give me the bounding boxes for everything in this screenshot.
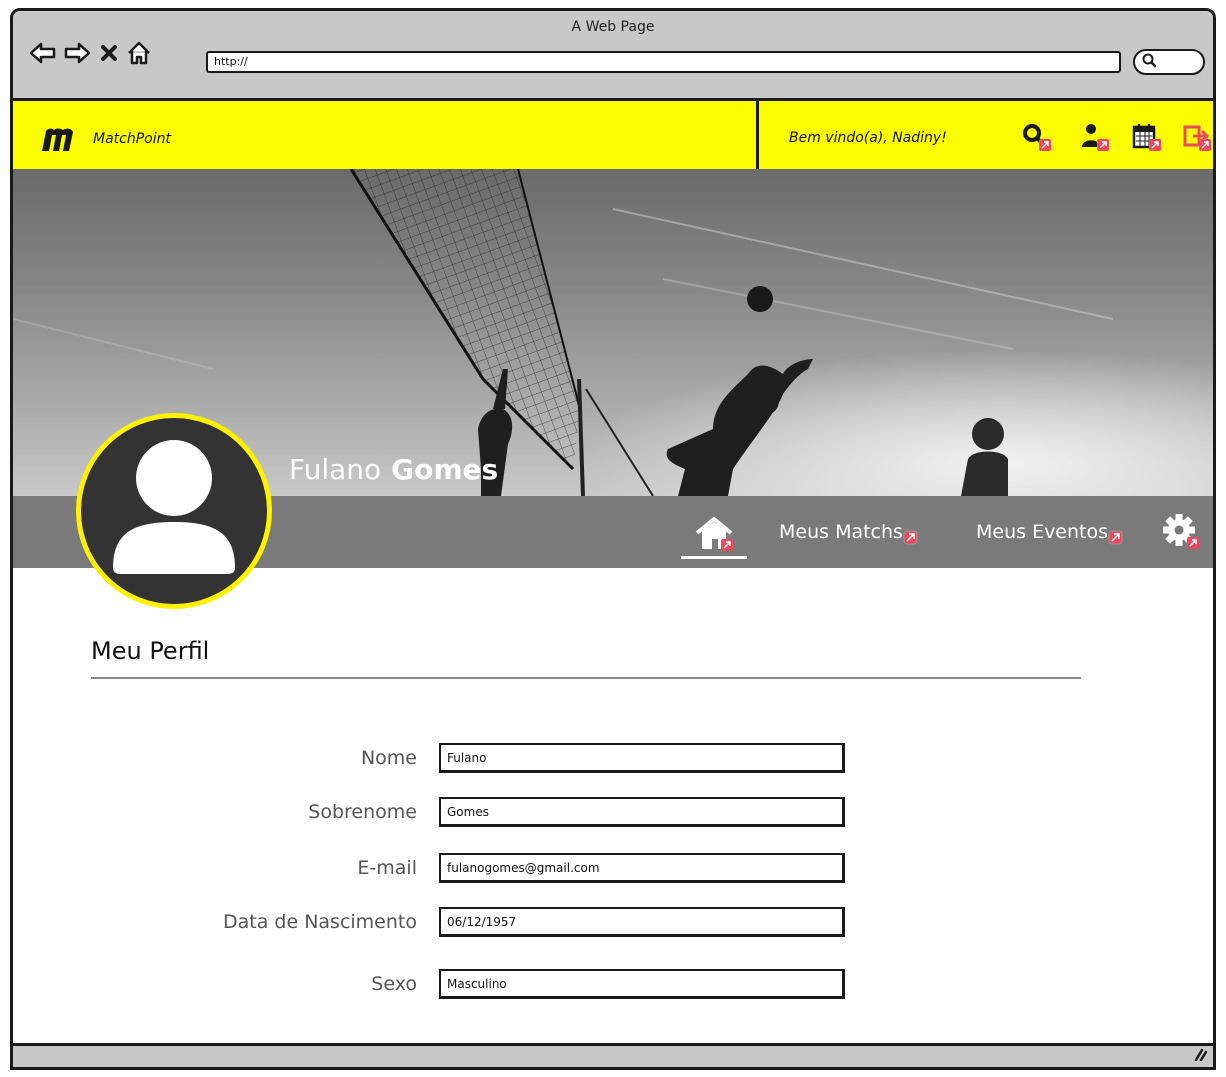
browser-window: A Web Page http:// MatchPoint Bem vindo(… xyxy=(10,8,1216,1070)
field-label-email: E-mail xyxy=(357,857,417,879)
tab-meus-eventos-label: Meus Eventos xyxy=(976,521,1109,543)
app-name[interactable]: MatchPoint xyxy=(93,131,171,147)
tab-meus-matchs[interactable]: Meus Matchs xyxy=(779,521,925,545)
tab-meus-matchs-label: Meus Matchs xyxy=(779,521,903,543)
search-icon xyxy=(1141,52,1157,72)
app-header: MatchPoint Bem vindo(a), Nadiny! xyxy=(13,101,1213,170)
search-user-icon[interactable] xyxy=(1021,121,1055,153)
link-badge-icon xyxy=(903,529,919,551)
email-field[interactable] xyxy=(439,853,845,883)
profile-icon[interactable] xyxy=(1079,121,1113,153)
form-row-data-nascimento: Data de Nascimento xyxy=(13,907,1213,941)
profile-first-name: Fulano xyxy=(289,453,382,486)
section-title: Meu Perfil xyxy=(91,637,210,665)
form-row-sobrenome: Sobrenome xyxy=(13,797,1213,831)
home-tab-icon[interactable] xyxy=(681,511,747,557)
settings-gear-icon[interactable] xyxy=(1159,511,1203,551)
profile-name: Fulano Gomes xyxy=(289,453,498,486)
calendar-icon[interactable] xyxy=(1131,121,1165,153)
back-icon[interactable] xyxy=(29,41,57,65)
avatar[interactable] xyxy=(76,413,272,609)
birthdate-field[interactable] xyxy=(439,907,845,937)
nome-field[interactable] xyxy=(439,743,845,773)
window-title: A Web Page xyxy=(571,19,655,35)
logout-icon[interactable] xyxy=(1181,121,1213,153)
field-label-data-nascimento: Data de Nascimento xyxy=(223,911,417,933)
field-label-nome: Nome xyxy=(360,747,417,769)
logo-icon[interactable] xyxy=(39,125,83,153)
sexo-field[interactable] xyxy=(439,969,845,999)
tab-meus-eventos[interactable]: Meus Eventos xyxy=(976,521,1130,545)
field-label-sexo: Sexo xyxy=(371,973,417,995)
browser-status-bar xyxy=(13,1043,1213,1067)
url-input[interactable]: http:// xyxy=(206,51,1121,73)
resize-grip-icon[interactable] xyxy=(1193,1047,1208,1065)
form-row-email: E-mail xyxy=(13,853,1213,887)
user-silhouette-icon xyxy=(113,440,235,574)
link-badge-icon xyxy=(1108,529,1124,551)
active-tab-indicator xyxy=(681,556,747,559)
form-row-sexo: Sexo xyxy=(13,969,1213,1003)
form-row-nome: Nome xyxy=(13,743,1213,777)
stop-icon[interactable] xyxy=(97,41,121,65)
field-label-sobrenome: Sobrenome xyxy=(308,801,417,823)
browser-toolbar: A Web Page http:// xyxy=(13,11,1213,101)
section-divider xyxy=(91,677,1081,679)
home-icon[interactable] xyxy=(125,41,153,65)
sobrenome-field[interactable] xyxy=(439,797,845,827)
profile-last-name: Gomes xyxy=(391,453,499,486)
forward-icon[interactable] xyxy=(63,41,91,65)
welcome-message: Bem vindo(a), Nadiny! xyxy=(789,130,947,146)
browser-search-field[interactable] xyxy=(1133,49,1205,75)
header-divider xyxy=(756,101,759,169)
